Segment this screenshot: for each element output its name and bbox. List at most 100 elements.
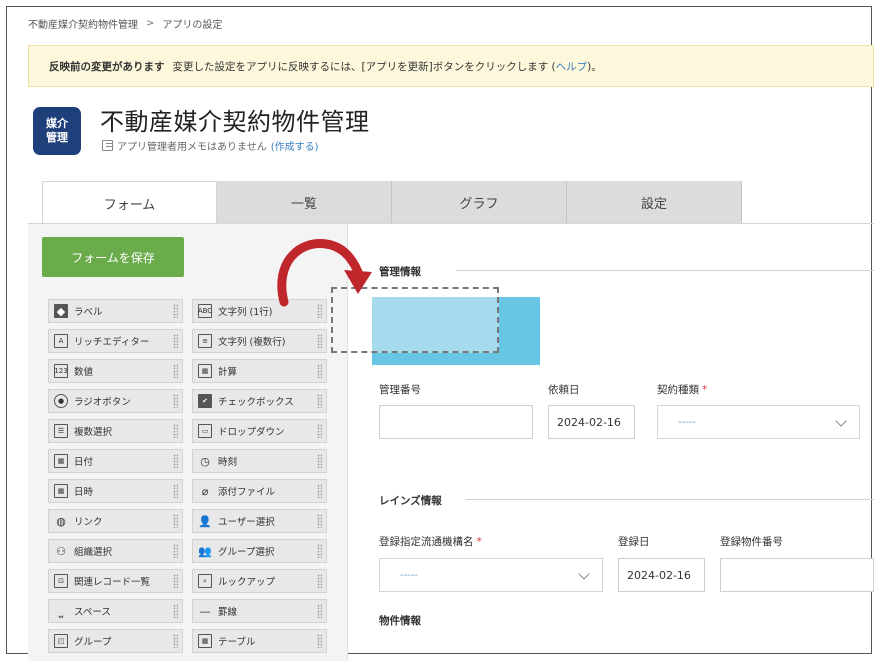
palette-item-datetime[interactable]: ▦ 日時 [48,479,183,503]
registration-date-input[interactable]: 2024-02-16 [618,558,705,592]
palette-item-date[interactable]: ▦ 日付 [48,449,183,473]
drag-handle-icon[interactable] [317,574,322,588]
space-icon: ⎵ [58,604,64,618]
drag-handle-icon[interactable] [317,394,322,408]
app-icon: 媒介 管理 [33,107,81,155]
palette-item-time[interactable]: ◷ 時刻 [192,449,327,473]
palette-item-lookup[interactable]: ⌕ ルックアップ [192,569,327,593]
palette-item-label: スペース [74,607,111,618]
palette-item-label: 添付ファイル [218,487,276,498]
drag-handle-icon[interactable] [173,304,178,318]
palette-item-tag[interactable]: ◆ ラベル [48,299,183,323]
memo-text: アプリ管理者用メモはありません [117,142,267,153]
drag-handle-icon[interactable] [173,634,178,648]
drag-handle-icon[interactable] [317,484,322,498]
palette-item-text-multi[interactable]: ≡ 文字列 (複数行) [192,329,327,353]
date-icon: ▦ [54,454,68,468]
calc-icon: ▦ [198,364,212,378]
tab-graph[interactable]: グラフ [392,181,567,223]
drag-handle-icon[interactable] [317,454,322,468]
breadcrumb-root[interactable]: 不動産媒介契約物件管理 [28,16,138,31]
drag-handle-icon[interactable] [173,364,178,378]
palette-item-calc[interactable]: ▦ 計算 [192,359,327,383]
divider-icon: — [199,604,211,618]
drag-handle-icon[interactable] [173,574,178,588]
create-memo-link[interactable]: (作成する) [271,138,319,153]
alert-heading: 反映前の変更があります [49,60,165,73]
palette-item-user-select[interactable]: 👤 ユーザー選択 [192,509,327,533]
number-icon: 123 [54,364,68,378]
drag-handle-icon[interactable] [173,334,178,348]
palette-item-org-select[interactable]: ⚇ 組織選択 [48,539,183,563]
drag-handle-icon[interactable] [173,484,178,498]
chevron-down-icon [578,568,590,580]
drag-handle-icon[interactable] [173,424,178,438]
breadcrumb-current: アプリの設定 [162,20,223,31]
drag-arrow-icon [277,239,372,307]
save-form-button[interactable]: フォームを保存 [42,237,184,277]
section-reins-title: レインズ情報 [379,495,442,507]
alert-paren-close: )。 [587,60,602,73]
drag-handle-icon[interactable] [317,544,322,558]
drag-handle-icon[interactable] [173,514,178,528]
palette-item-label: グループ選択 [218,547,275,558]
palette-item-rich-editor[interactable]: A リッチエディター [48,329,183,353]
contract-type-select[interactable]: ----- [657,405,860,439]
palette-item-link[interactable]: ◍ リンク [48,509,183,533]
tab-settings[interactable]: 設定 [567,181,742,223]
rich-editor-icon: A [54,334,68,348]
tab-form[interactable]: フォーム [42,181,217,224]
drag-handle-icon[interactable] [173,604,178,618]
registration-no-input[interactable] [720,558,874,592]
palette-item-number[interactable]: 123 数値 [48,359,183,383]
drag-handle-icon[interactable] [317,364,322,378]
palette-item-related-records[interactable]: ⊡ 関連レコード一覧 [48,569,183,593]
palette-item-group[interactable]: ◰ グループ [48,629,183,653]
drag-handle-icon[interactable] [317,604,322,618]
drag-handle-icon[interactable] [173,394,178,408]
drag-handle-icon[interactable] [173,544,178,558]
link-icon: ◍ [56,514,66,528]
drag-handle-icon[interactable] [173,454,178,468]
group-icon: ◰ [54,634,68,648]
palette-item-radio[interactable]: ● ラジオボタン [48,389,183,413]
drag-handle-icon[interactable] [317,424,322,438]
drag-handle-icon[interactable] [317,514,322,528]
registration-date-label-text: 登録日 [618,536,650,548]
palette-item-label: 計算 [218,367,238,378]
palette-item-label: テーブル [218,637,256,648]
memo-icon [102,140,113,151]
table-icon: ▦ [198,634,212,648]
management-no-input[interactable] [379,405,533,439]
palette-item-dropdown[interactable]: ▭ ドロップダウン [192,419,327,443]
palette-item-label: ユーザー選択 [218,517,275,528]
palette-item-label: 複数選択 [74,427,113,438]
palette-item-label: チェックボックス [218,397,294,408]
palette-item-table[interactable]: ▦ テーブル [192,629,327,653]
palette-item-multi-select[interactable]: ☰ 複数選択 [48,419,183,443]
tag-icon: ◆ [54,304,68,318]
section-divider [466,499,874,500]
palette-item-divider[interactable]: — 罫線 [192,599,327,623]
section-divider [456,270,874,271]
tab-list[interactable]: 一覧 [217,181,392,223]
text-multi-icon: ≡ [198,334,212,348]
palette-item-label: 数値 [74,367,94,378]
palette-item-group-select[interactable]: 👥 グループ選択 [192,539,327,563]
palette-item-label: ルックアップ [218,577,276,588]
registration-org-select[interactable]: ----- [379,558,603,592]
registration-org-label: 登録指定流通機構名 * [379,534,482,549]
palette-item-attachment[interactable]: ⌀ 添付ファイル [192,479,327,503]
multi-select-icon: ☰ [54,424,68,438]
palette-item-space[interactable]: ⎵ スペース [48,599,183,623]
drag-handle-icon[interactable] [317,334,322,348]
settings-tabs: フォーム 一覧 グラフ 設定 [42,181,742,224]
palette-item-label: 罫線 [218,607,238,618]
section-management-title: 管理情報 [379,266,421,278]
drag-handle-icon[interactable] [317,634,322,648]
palette-item-label: 組織選択 [74,547,113,558]
request-date-label: 依頼日 [548,382,580,397]
request-date-input[interactable]: 2024-02-16 [548,405,635,439]
palette-item-checkbox[interactable]: ✔ チェックボックス [192,389,327,413]
help-link[interactable]: ヘルプ [556,61,588,73]
